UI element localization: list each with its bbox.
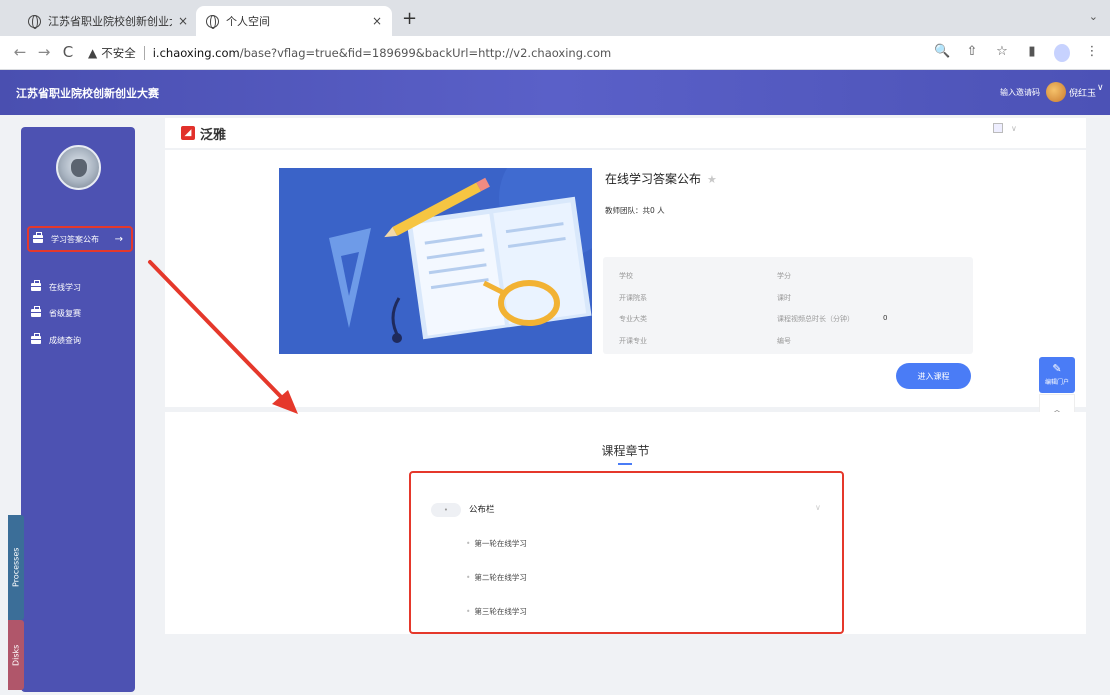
sidebar: 在线学习 省级复赛 成绩查询 [21, 127, 135, 692]
chapter-list: • 公布栏 ∨ • 第一轮在线学习 • 第二轮在线学习 • 第三轮在线学习 [409, 471, 844, 634]
lesson-label: 第一轮在线学习 [474, 539, 527, 548]
menu-icon[interactable]: ⋮ [1084, 44, 1100, 62]
user-avatar[interactable] [1046, 82, 1066, 102]
tab-search-button[interactable]: ⌄ [1089, 10, 1098, 23]
course-title: 在线学习答案公布 ★ [605, 170, 717, 187]
info-major-label: 开课专业 [619, 337, 647, 345]
globe-icon [206, 14, 219, 29]
info-department-label: 开课院系 [619, 294, 647, 302]
url-host: i.chaoxing.com [152, 46, 240, 60]
sidebar-item-provincial-rematch[interactable]: 省级复赛 [27, 300, 135, 326]
sidebar-item-label: 省级复赛 [49, 308, 81, 318]
disks-tab[interactable]: Disks [8, 620, 24, 690]
user-name[interactable]: 倪红玉 [1069, 86, 1096, 99]
team-label: 教师团队： [605, 206, 643, 215]
logo-text: 泛雅 [200, 128, 227, 143]
site-header: 江苏省职业院校创新创业大赛 输入邀请码 倪红玉 ∨ [0, 70, 1110, 115]
browser-tabstrip: 江苏省职业院校创新创业大赛 × 个人空间 × + ⌄ [0, 0, 1110, 36]
new-tab-button[interactable]: + [402, 8, 417, 29]
briefcase-icon [31, 333, 41, 344]
info-video-length-label: 课程视频总时长（分钟） [777, 315, 854, 323]
chapter-section-title: 课程章节 [601, 444, 650, 458]
chevron-down-icon[interactable]: ∨ [815, 503, 821, 512]
chapter-card: 课程章节 • 公布栏 ∨ • 第一轮在线学习 • 第二轮在线学习 • 第三轮在线学习 [165, 412, 1086, 634]
avatar [56, 145, 101, 190]
browser-toolbar: ← → C ▲ 不安全 i.chaoxing.com /base?vflag=t… [0, 36, 1110, 70]
info-video-length-value: 0 [883, 314, 888, 322]
chevron-down-icon[interactable]: ∨ [1011, 124, 1017, 133]
course-card: 在线学习答案公布 ★ 教师团队：共0 人 学校 开课院系 专业大类 开课专业 学分… [165, 150, 1086, 407]
sidebar-item-label: 学习答案公布 [51, 234, 99, 244]
info-number-label: 编号 [777, 337, 791, 345]
tab-title: 个人空间 [226, 15, 270, 28]
processes-tab[interactable]: Processes [8, 515, 24, 620]
bookmark-star-icon[interactable]: ☆ [994, 44, 1010, 62]
info-credits-label: 学分 [777, 272, 791, 280]
arrow-right-icon: → [114, 233, 123, 245]
sidebar-item-label: 在线学习 [49, 282, 81, 292]
info-hours-label: 课时 [777, 294, 791, 302]
enter-course-button[interactable]: 进入课程 [896, 363, 971, 389]
reload-button[interactable]: C [58, 43, 78, 61]
edit-portal-label: 编辑门户 [1044, 379, 1069, 386]
divider [143, 46, 145, 60]
course-cover-image [279, 168, 592, 354]
share-icon[interactable]: ⇧ [964, 44, 980, 62]
briefcase-icon [31, 280, 41, 291]
star-icon[interactable]: ★ [707, 173, 717, 186]
info-school-label: 学校 [619, 272, 633, 280]
profile-icon[interactable] [1054, 44, 1070, 62]
lesson-label: 第三轮在线学习 [474, 607, 527, 616]
portal-topbar: ◢ 泛雅 ∨ [165, 118, 1086, 148]
lesson-item[interactable]: • 第一轮在线学习 [466, 538, 527, 549]
tab-close-icon[interactable]: × [178, 14, 188, 28]
edit-icon: ✎ [1052, 362, 1062, 375]
site-title[interactable]: 江苏省职业院校创新创业大赛 [16, 85, 159, 101]
warning-icon[interactable]: ▲ [88, 46, 97, 60]
briefcase-icon [33, 232, 43, 243]
back-button[interactable]: ← [10, 43, 30, 61]
fanya-logo-icon: ◢ [181, 126, 195, 140]
sidebar-item-label: 成绩查询 [49, 335, 81, 345]
sidebar-item-online-study[interactable]: 在线学习 [27, 274, 135, 300]
lesson-item[interactable]: • 第三轮在线学习 [466, 606, 527, 617]
section-title[interactable]: 公布栏 [469, 503, 495, 515]
security-status[interactable]: 不安全 [101, 45, 136, 61]
tab-title: 江苏省职业院校创新创业大赛 [48, 15, 172, 28]
lesson-label: 第二轮在线学习 [474, 573, 527, 582]
zoom-icon[interactable]: 🔍 [934, 44, 950, 62]
info-major-category-label: 专业大类 [619, 315, 647, 323]
section-badge: • [431, 503, 461, 517]
browser-tab-contest[interactable]: 江苏省职业院校创新创业大赛 × [18, 6, 198, 36]
edit-portal-button[interactable]: ✎ 编辑门户 [1039, 357, 1075, 393]
invite-code-link[interactable]: 输入邀请码 [1000, 87, 1040, 98]
chevron-down-icon[interactable]: ∨ [1097, 83, 1104, 93]
url-path: /base?vflag=true&fid=189699&backUrl=http… [239, 46, 612, 60]
team-value: 共0 人 [642, 206, 665, 215]
teacher-team: 教师团队：共0 人 [605, 205, 665, 216]
browser-tab-personal-space[interactable]: 个人空间 × [196, 6, 392, 36]
sidebar-item-answer-announcement[interactable]: 学习答案公布 → [27, 226, 133, 252]
globe-icon [28, 14, 41, 29]
broken-image-icon [993, 123, 1003, 133]
sidebar-item-score-query[interactable]: 成绩查询 [27, 327, 135, 353]
toolbar-icons: 🔍 ⇧ ☆ ▮ ⋮ [934, 44, 1100, 62]
side-panel-icon[interactable]: ▮ [1024, 44, 1040, 62]
tab-close-icon[interactable]: × [372, 14, 382, 28]
course-name-text: 在线学习答案公布 [605, 172, 702, 186]
lesson-item[interactable]: • 第二轮在线学习 [466, 572, 527, 583]
briefcase-icon [31, 306, 41, 317]
forward-button[interactable]: → [34, 43, 54, 61]
course-info-box: 学校 开课院系 专业大类 开课专业 学分 课时 课程视频总时长（分钟） 0 编号 [603, 257, 973, 354]
title-underline [618, 463, 632, 465]
